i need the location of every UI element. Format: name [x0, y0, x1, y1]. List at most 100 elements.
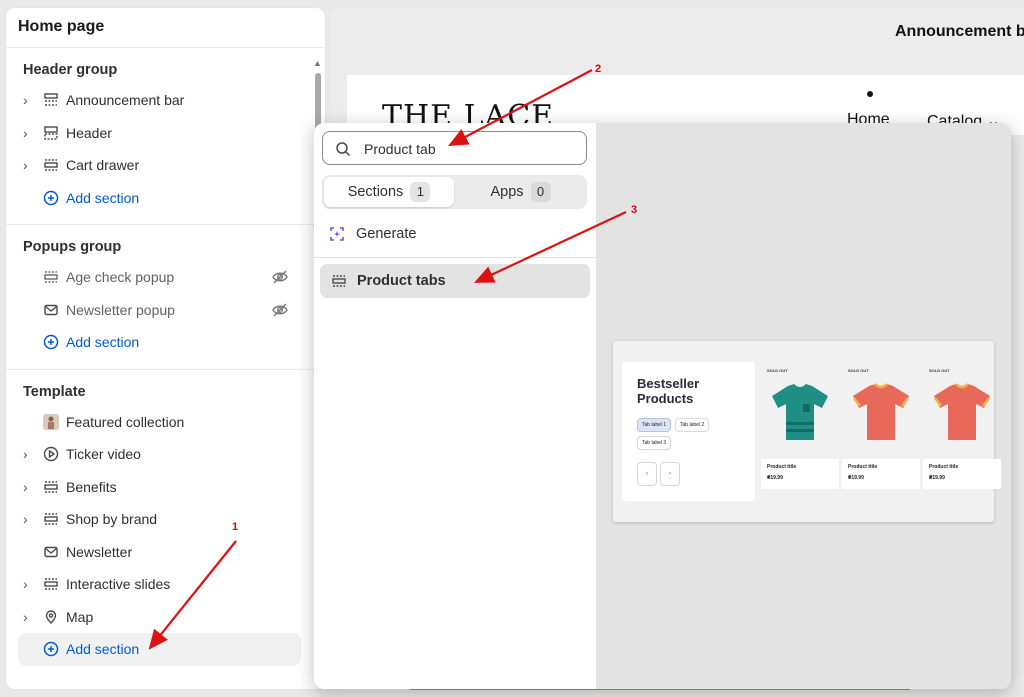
- add-section-label: Add section: [66, 641, 140, 658]
- tshirt-image: [934, 383, 990, 440]
- product-price: ₴19.99: [767, 475, 783, 481]
- announcement-bar-text: Announcement b: [895, 23, 1024, 40]
- annotation-number: 2: [595, 63, 602, 75]
- search-icon: [336, 142, 351, 157]
- sidebar-item-label: Ticker video: [66, 446, 141, 463]
- product-thumbnail: [43, 413, 59, 430]
- section-result-product-tabs[interactable]: Product tabs: [320, 264, 590, 298]
- result-label: Product tabs: [357, 273, 446, 289]
- sidebar-item-benefits[interactable]: › Benefits: [6, 471, 325, 504]
- header-group: Header group › Announcement bar › Header…: [6, 48, 325, 225]
- mail-icon: [44, 546, 58, 557]
- add-section-button[interactable]: Add section: [6, 326, 325, 359]
- annotation-number: 1: [232, 521, 239, 533]
- tab-label: Sections: [347, 184, 404, 200]
- sold-out-badge: SOLD OUT: [929, 368, 950, 373]
- popups-group: Popups group Age check popup Newsletter …: [6, 225, 325, 370]
- section-icon: [44, 513, 58, 525]
- nav-active-dot: [867, 91, 873, 97]
- sidebar-item-label: Header: [66, 124, 112, 141]
- count-badge: 0: [530, 182, 551, 202]
- generate-label: Generate: [356, 226, 417, 242]
- section-icon: [44, 93, 58, 106]
- sidebar: Home page Header group › Announcement ba…: [5, 7, 326, 690]
- chevron-right-icon[interactable]: ›: [23, 480, 35, 494]
- sidebar-item-label: Map: [66, 608, 94, 625]
- product-title: Product title: [767, 464, 797, 470]
- product-info: Product title ₴19.99: [761, 459, 839, 489]
- sidebar-item-label: Benefits: [66, 478, 117, 495]
- product-info: Product title ₴19.99: [923, 459, 1001, 489]
- chevron-right-icon[interactable]: ›: [23, 447, 35, 461]
- next-arrow-icon: ›: [660, 462, 680, 486]
- product-title: Product title: [848, 464, 878, 470]
- tab-sections[interactable]: Sections 1: [324, 177, 454, 207]
- plus-circle-icon: [43, 642, 59, 657]
- sidebar-item-label: Newsletter: [66, 543, 133, 560]
- group-title: Header group: [23, 62, 118, 78]
- map-pin-icon: [45, 610, 57, 624]
- mail-icon: [44, 304, 58, 315]
- sidebar-item-ticker-video[interactable]: › Ticker video: [6, 438, 325, 471]
- add-section-label: Add section: [66, 189, 140, 206]
- section-preview-pane: Bestseller Products Tab label 1 Tab labe…: [596, 123, 1011, 689]
- group-title: Template: [23, 383, 86, 400]
- sidebar-item-label: Age check popup: [66, 269, 175, 286]
- chevron-right-icon[interactable]: ›: [23, 610, 35, 624]
- section-icon: [44, 159, 58, 171]
- section-preview-card: Bestseller Products Tab label 1 Tab labe…: [613, 341, 1001, 522]
- tab-apps[interactable]: Apps 0: [456, 177, 585, 207]
- chevron-right-icon[interactable]: ›: [23, 577, 35, 591]
- preview-tab: Tab label 1: [637, 418, 672, 432]
- preview-text-block: Bestseller Products Tab label 1 Tab labe…: [622, 362, 755, 501]
- header-section-icon: [44, 126, 58, 140]
- sidebar-item-label: Cart drawer: [66, 157, 140, 174]
- eye-off-icon[interactable]: [271, 268, 289, 286]
- sidebar-item-label: Featured collection: [66, 413, 185, 430]
- prev-arrow-icon: ‹: [637, 462, 657, 486]
- sidebar-title: Home page: [6, 8, 325, 48]
- add-section-label: Add section: [66, 334, 140, 351]
- sidebar-item-announcement-bar[interactable]: › Announcement bar: [6, 84, 325, 117]
- annotation-number: 3: [631, 204, 638, 216]
- sidebar-item-map[interactable]: › Map: [6, 601, 325, 634]
- sidebar-item-label: Announcement bar: [66, 92, 185, 109]
- section-icon: [44, 271, 58, 283]
- section-icon: [44, 481, 58, 493]
- template-group: Template Featured collection › Ticker vi…: [6, 370, 325, 676]
- eye-off-icon[interactable]: [271, 301, 289, 319]
- sidebar-item-age-check-popup[interactable]: Age check popup: [6, 261, 325, 294]
- sidebar-item-cart-drawer[interactable]: › Cart drawer: [6, 149, 325, 182]
- divider: [314, 257, 596, 258]
- preview-product-card: SOLD OUT Product title ₴19.99: [761, 362, 839, 502]
- chevron-right-icon[interactable]: ›: [23, 126, 35, 140]
- section-tabs: Sections 1 Apps 0: [322, 175, 587, 209]
- sidebar-item-label: Shop by brand: [66, 511, 158, 528]
- tshirt-image: [853, 383, 909, 440]
- sidebar-item-header[interactable]: › Header: [6, 117, 325, 150]
- sidebar-item-label: Interactive slides: [66, 576, 171, 593]
- sidebar-item-newsletter-popup[interactable]: Newsletter popup: [6, 294, 325, 327]
- generate-button[interactable]: Generate: [328, 223, 416, 245]
- search-input[interactable]: Product tab: [322, 131, 587, 165]
- search-value: Product tab: [364, 141, 436, 157]
- product-price: ₴19.99: [848, 475, 864, 481]
- sidebar-item-shop-by-brand[interactable]: › Shop by brand: [6, 503, 325, 536]
- sidebar-item-interactive-slides[interactable]: › Interactive slides: [6, 568, 325, 601]
- add-section-button[interactable]: Add section: [6, 182, 325, 215]
- chevron-right-icon[interactable]: ›: [23, 158, 35, 172]
- sold-out-badge: SOLD OUT: [767, 368, 788, 373]
- play-icon: [43, 447, 59, 462]
- scroll-up-arrow[interactable]: ▲: [313, 58, 322, 68]
- add-section-popover: Product tab Sections 1 Apps 0 Generate P…: [314, 123, 1011, 689]
- tab-label: Apps: [490, 184, 524, 200]
- sidebar-item-featured-collection[interactable]: Featured collection: [6, 406, 325, 439]
- add-section-button[interactable]: Add section: [18, 633, 301, 666]
- preview-tab: Tab label 2: [675, 418, 710, 432]
- group-title: Popups group: [23, 239, 122, 255]
- chevron-right-icon[interactable]: ›: [23, 512, 35, 526]
- preview-product-card: SOLD OUT Product title ₴19.99: [923, 362, 1001, 502]
- preview-product-card: SOLD OUT Product title ₴19.99: [842, 362, 920, 502]
- chevron-right-icon[interactable]: ›: [23, 93, 35, 107]
- sidebar-item-newsletter[interactable]: Newsletter: [6, 536, 325, 569]
